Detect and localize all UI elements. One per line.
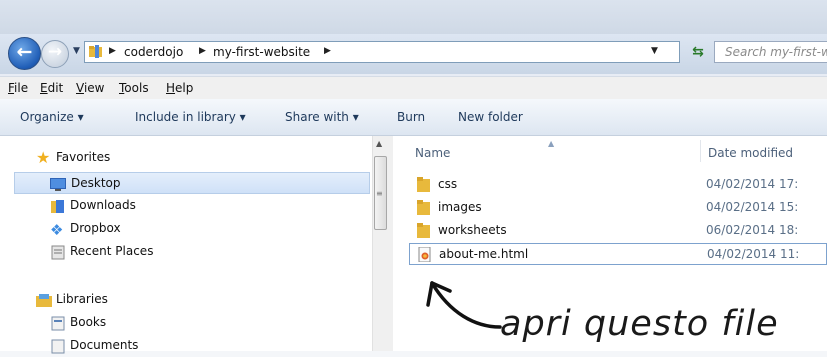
menu-help[interactable]: Help [166, 81, 193, 95]
menu-bar: File Edit View Tools Help [0, 76, 827, 100]
command-bar: Organize ▾ Include in library ▾ Share wi… [0, 99, 827, 136]
downloads-folder-icon [51, 200, 64, 213]
column-header-date-modified[interactable]: Date modified [708, 146, 793, 160]
desktop-icon [50, 178, 66, 191]
breadcrumb-separator-icon[interactable]: ▶ [109, 46, 116, 56]
star-icon: ★ [36, 148, 51, 167]
folder-icon [89, 45, 102, 58]
breadcrumb-my-first-website[interactable]: my-first-website [213, 45, 310, 59]
back-arrow-icon: ← [16, 41, 33, 63]
forward-arrow-icon: → [47, 42, 63, 62]
address-bar[interactable]: ▶ coderdojo ▶ my-first-website ▶ ▼ [84, 41, 680, 63]
menu-tools[interactable]: Tools [119, 81, 149, 95]
menu-file[interactable]: File [8, 81, 28, 95]
search-input[interactable]: Search my-first-w [714, 41, 827, 63]
organize-button[interactable]: Organize ▾ [20, 110, 84, 124]
nav-recent-places[interactable]: Recent Places [14, 241, 370, 263]
nav-documents[interactable]: Documents [14, 335, 370, 357]
recent-places-icon [51, 245, 65, 260]
column-divider[interactable] [700, 140, 701, 162]
share-with-button[interactable]: Share with ▾ [285, 110, 359, 124]
forward-button[interactable]: → [41, 40, 69, 68]
breadcrumb-separator-icon[interactable]: ▶ [324, 46, 331, 56]
burn-button[interactable]: Burn [397, 110, 425, 124]
breadcrumb-separator-icon[interactable]: ▶ [199, 46, 206, 56]
annotation-arrow-icon [426, 281, 502, 329]
address-dropdown-icon[interactable]: ▼ [651, 46, 658, 56]
books-library-icon [51, 316, 65, 331]
nav-books[interactable]: Books [14, 312, 370, 334]
nav-libraries[interactable]: Libraries [20, 289, 376, 311]
file-row-worksheets[interactable]: worksheets 06/02/2014 18: [409, 220, 827, 242]
file-row-css[interactable]: css 04/02/2014 17: [409, 174, 827, 196]
menu-edit[interactable]: Edit [40, 81, 63, 95]
file-row-about-me-html[interactable]: about-me.html 04/02/2014 11: [409, 243, 827, 265]
menu-view[interactable]: View [76, 81, 104, 95]
nav-favorites[interactable]: ★ Favorites [20, 147, 376, 169]
column-header-name[interactable]: Name [415, 146, 450, 160]
html-file-icon [418, 247, 431, 262]
nav-downloads[interactable]: Downloads [14, 195, 370, 217]
scrollbar-grip-icon: ≡ [376, 189, 383, 198]
refresh-icon[interactable]: ⇆ [688, 44, 708, 62]
navigation-pane: ★ Favorites Desktop Downloads ❖ Dropbox … [0, 136, 372, 354]
libraries-icon [36, 294, 52, 307]
folder-icon [417, 223, 430, 238]
documents-library-icon [51, 339, 65, 354]
breadcrumb-coderdojo[interactable]: coderdojo [124, 45, 183, 59]
nav-dropbox[interactable]: ❖ Dropbox [14, 218, 370, 240]
new-folder-button[interactable]: New folder [458, 110, 523, 124]
dropbox-icon: ❖ [50, 221, 64, 239]
annotation-text: apri questo file [500, 304, 779, 344]
recent-pages-dropdown-icon[interactable]: ▼ [73, 46, 80, 56]
sort-ascending-icon: ▲ [548, 139, 555, 148]
include-in-library-button[interactable]: Include in library ▾ [135, 110, 246, 124]
folder-icon [417, 177, 430, 192]
scroll-up-arrow-icon[interactable]: ▲ [376, 139, 382, 148]
file-row-images[interactable]: images 04/02/2014 15: [409, 197, 827, 219]
folder-icon [417, 200, 430, 215]
nav-desktop[interactable]: Desktop [14, 172, 370, 194]
back-button[interactable]: ← [8, 37, 41, 70]
title-bar [0, 0, 827, 34]
